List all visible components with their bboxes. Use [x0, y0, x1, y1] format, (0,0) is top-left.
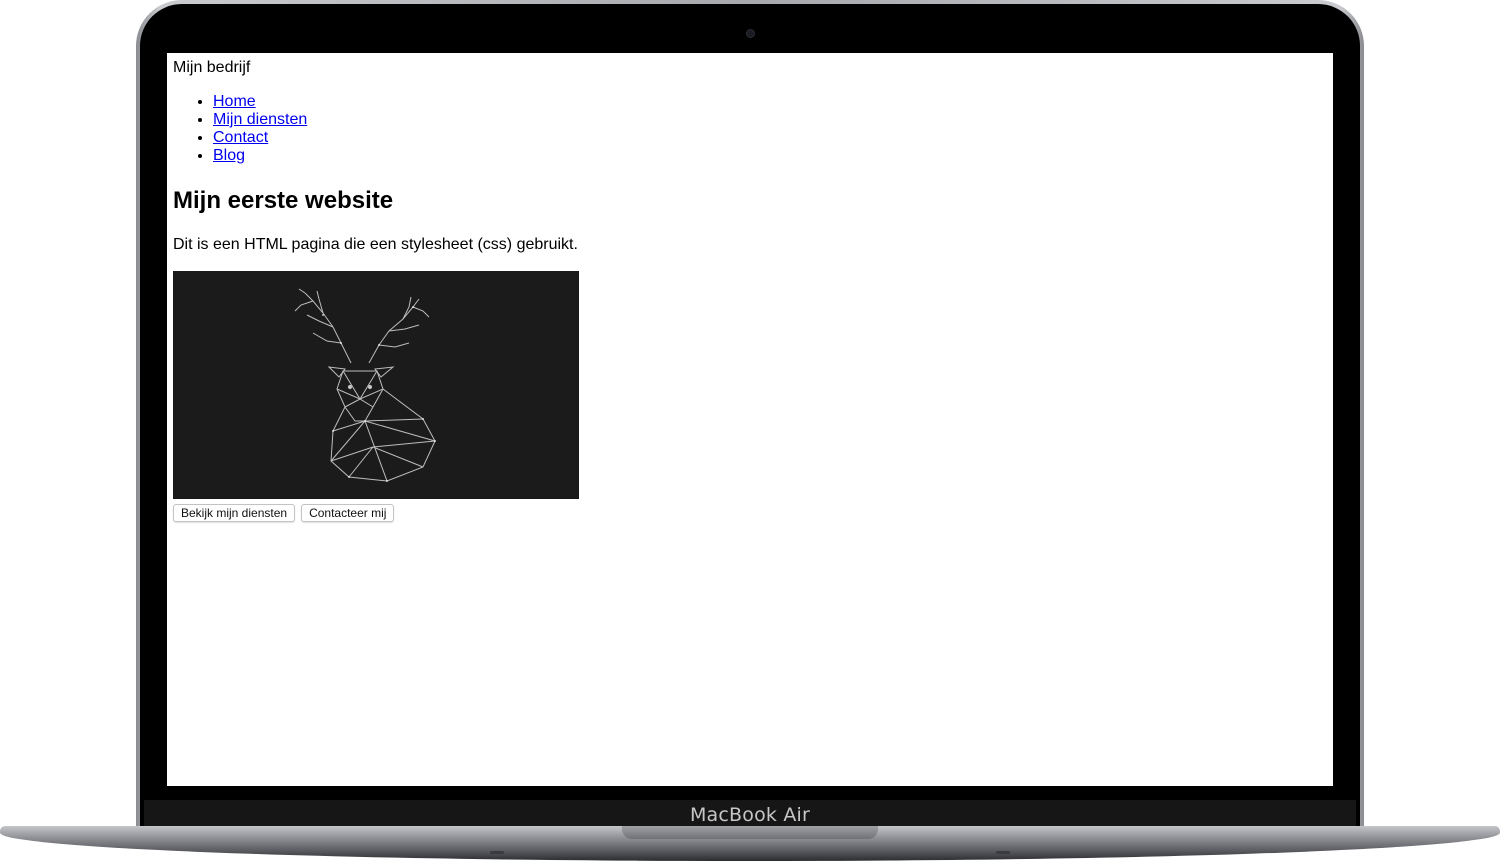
brand-label: MacBook Air — [689, 804, 811, 826]
nav-item-mijn-diensten: Mijn diensten — [213, 111, 1333, 129]
nav-link-blog[interactable]: Blog — [213, 147, 245, 164]
hero-image — [173, 271, 579, 499]
nav-link-home[interactable]: Home — [213, 93, 256, 110]
site-name: Mijn bedrijf — [173, 59, 251, 76]
nav-link-contact[interactable]: Contact — [213, 129, 268, 146]
nav-list: Home Mijn diensten Contact Blog — [173, 93, 1333, 165]
nav-item-blog: Blog — [213, 147, 1333, 165]
web-page: Mijn bedrijf Home Mijn diensten Contact … — [167, 53, 1333, 522]
camera-icon — [746, 29, 755, 38]
button-group: Bekijk mijn diensten Contacteer mij — [173, 504, 1333, 522]
nav-link-mijn-diensten[interactable]: Mijn diensten — [213, 111, 307, 128]
nav-item-home: Home — [213, 93, 1333, 111]
page-heading: Mijn eerste website — [173, 187, 394, 214]
laptop-foot-left — [490, 851, 504, 854]
browser-viewport: Mijn bedrijf Home Mijn diensten Contact … — [167, 53, 1333, 786]
main-navigation: Home Mijn diensten Contact Blog — [173, 93, 1333, 165]
contact-me-button[interactable]: Contacteer mij — [301, 504, 395, 522]
laptop-foot-right — [996, 851, 1010, 854]
nav-item-contact: Contact — [213, 129, 1333, 147]
lid-notch — [622, 826, 878, 839]
intro-paragraph: Dit is een HTML pagina die een styleshee… — [173, 236, 578, 253]
view-services-button[interactable]: Bekijk mijn diensten — [173, 504, 296, 522]
